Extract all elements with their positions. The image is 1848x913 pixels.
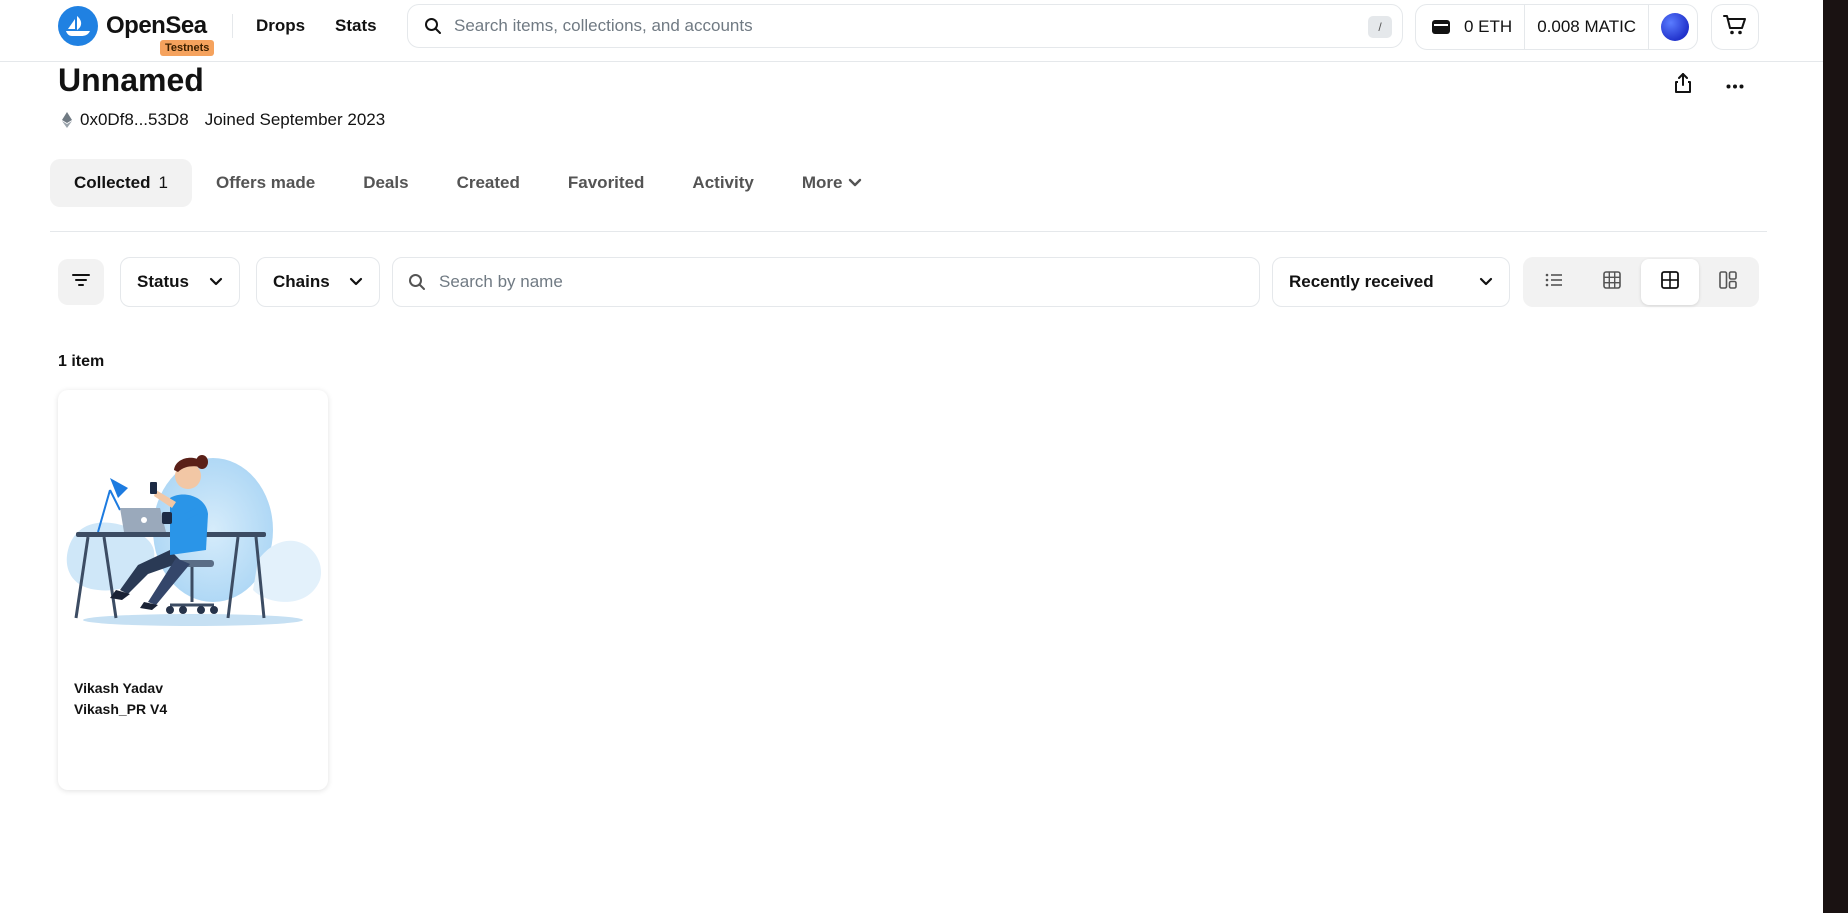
masonry-view-button[interactable]: [1699, 259, 1757, 305]
view-mode-toggle: [1523, 257, 1759, 307]
small-grid-view-button[interactable]: [1583, 259, 1641, 305]
item-search-input[interactable]: [439, 272, 1239, 292]
tab-deals[interactable]: Deals: [339, 159, 432, 207]
tab-activity[interactable]: Activity: [668, 159, 777, 207]
tab-label: Collected: [74, 173, 151, 192]
status-dropdown[interactable]: Status: [120, 257, 240, 307]
chevron-down-icon: [209, 272, 223, 292]
more-horizontal-icon: [1726, 76, 1744, 94]
person-at-desk-illustration: [66, 455, 322, 626]
profile-tabs: Collected 1 Offers made Deals Created Fa…: [50, 159, 886, 207]
chevron-down-icon: [848, 178, 862, 188]
share-icon: [1675, 72, 1691, 98]
grid-small-icon: [1603, 270, 1621, 294]
nft-card[interactable]: Vikash Yadav Vikash_PR V4: [58, 390, 328, 790]
tab-count: 1: [158, 173, 168, 192]
wallet-address[interactable]: 0x0Df8...53D8: [80, 110, 189, 130]
nft-item-name[interactable]: Vikash_PR V4: [74, 701, 167, 717]
search-icon: [407, 272, 427, 292]
tab-offers-made[interactable]: Offers made: [192, 159, 339, 207]
grid-large-icon: [1661, 270, 1679, 294]
filter-toggle-button[interactable]: [58, 259, 104, 305]
filter-icon: [72, 273, 90, 292]
wallet-balance-box[interactable]: 0 ETH 0.008 MATIC: [1415, 4, 1698, 50]
nav-drops-link[interactable]: Drops: [256, 16, 305, 36]
chains-dropdown-label: Chains: [273, 272, 330, 291]
chains-dropdown[interactable]: Chains: [256, 257, 380, 307]
tab-more[interactable]: More: [778, 159, 887, 207]
top-navbar: OpenSea Testnets Drops Stats / 0 ETH 0.0…: [0, 0, 1823, 62]
chevron-down-icon: [349, 272, 363, 292]
testnets-badge: Testnets: [160, 40, 215, 56]
list-view-button[interactable]: [1525, 259, 1583, 305]
matic-balance: 0.008 MATIC: [1537, 17, 1637, 36]
joined-date: Joined September 2023: [204, 110, 386, 129]
nav-stats-link[interactable]: Stats: [335, 16, 377, 36]
nav-divider: [232, 14, 233, 38]
global-search-bar[interactable]: /: [407, 4, 1403, 48]
tab-label: Offers made: [216, 173, 316, 192]
masonry-icon: [1719, 270, 1737, 294]
profile-meta: 0x0Df8...53D8 Joined September 2023: [62, 110, 385, 130]
search-icon: [422, 15, 444, 37]
tab-label: Favorited: [567, 173, 645, 192]
eth-balance: 0 ETH: [1464, 17, 1513, 36]
cart-button[interactable]: [1711, 4, 1759, 50]
logo-text: OpenSea: [106, 12, 207, 39]
wallet-separator: [1648, 4, 1650, 50]
window-edge: [1823, 0, 1848, 913]
wallet-separator: [1524, 4, 1526, 50]
tab-created[interactable]: Created: [433, 159, 544, 207]
opensea-ship-icon: [58, 6, 98, 46]
account-avatar[interactable]: [1661, 13, 1690, 41]
tab-label: Activity: [692, 173, 754, 192]
tab-collected[interactable]: Collected 1: [50, 159, 192, 207]
item-search-bar[interactable]: [392, 257, 1260, 307]
nft-image[interactable]: [58, 390, 328, 660]
chevron-down-icon: [1479, 272, 1493, 292]
sort-dropdown[interactable]: Recently received: [1272, 257, 1510, 307]
more-options-button[interactable]: [1722, 72, 1748, 98]
search-shortcut-key: /: [1368, 16, 1392, 38]
share-button[interactable]: [1670, 72, 1696, 98]
page: OpenSea Testnets Drops Stats / 0 ETH 0.0…: [0, 0, 1848, 913]
nft-collection-name[interactable]: Vikash Yadav: [74, 680, 163, 696]
wallet-icon: [1430, 16, 1452, 38]
tab-label: Created: [456, 173, 520, 192]
status-dropdown-label: Status: [137, 272, 189, 291]
cart-icon: [1723, 14, 1747, 41]
tab-label: More: [801, 173, 843, 192]
sort-dropdown-label: Recently received: [1289, 272, 1434, 291]
profile-name: Unnamed: [58, 62, 204, 98]
large-grid-view-button[interactable]: [1641, 259, 1699, 305]
list-icon: [1545, 273, 1563, 292]
global-search-input[interactable]: [454, 16, 1334, 36]
ethereum-icon: [62, 112, 72, 128]
tabs-divider: [50, 231, 1767, 232]
tab-label: Deals: [363, 173, 409, 192]
item-count: 1 item: [58, 353, 105, 370]
tab-favorited[interactable]: Favorited: [544, 159, 669, 207]
